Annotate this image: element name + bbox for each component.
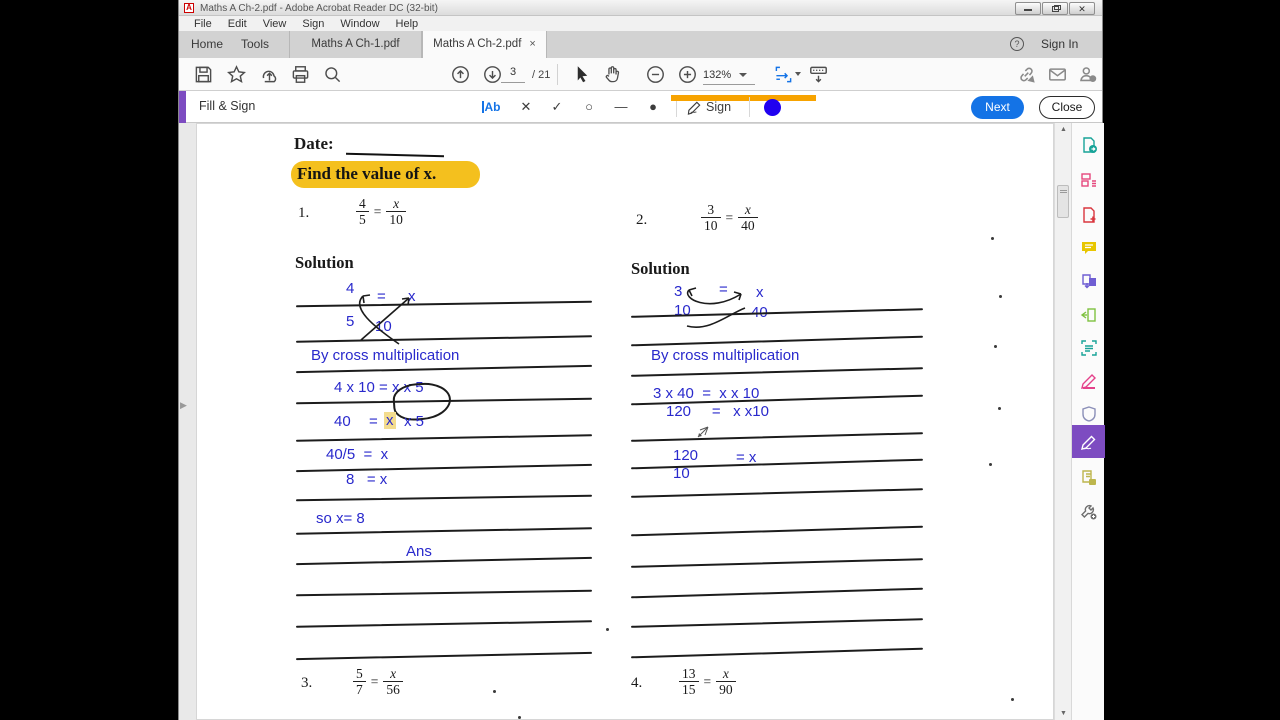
page-number-input[interactable]: 3 [501,66,525,83]
menu-view[interactable]: View [255,18,295,30]
zoom-out-icon[interactable] [646,65,665,84]
star-icon[interactable] [227,65,246,84]
vertical-scrollbar[interactable]: ▲ ▼ [1054,123,1071,720]
scan-speck [999,295,1002,298]
add-text-label: Ab [484,100,501,114]
line-annotation-tool[interactable]: — [609,91,633,123]
sign-tool[interactable]: Sign [687,91,731,123]
more-tools-icon[interactable] [1072,495,1105,528]
tab-tools[interactable]: Tools [241,37,269,51]
scan-speck [989,463,992,466]
fit-options-chevron-icon[interactable] [795,72,801,76]
scroll-up-icon[interactable]: ▲ [1055,126,1072,133]
menu-window[interactable]: Window [332,18,387,30]
tools-sidebar [1071,123,1105,720]
window-title: Maths A Ch-2.pdf - Adobe Acrobat Reader … [200,3,438,14]
share-link-icon[interactable] [1017,65,1036,84]
chevron-down-icon [739,73,748,78]
email-icon[interactable] [1048,65,1067,84]
next-button[interactable]: Next [971,96,1024,119]
minimize-button[interactable] [1015,2,1041,15]
export-pdf-icon[interactable] [1072,128,1105,161]
scroll-down-icon[interactable]: ▼ [1055,710,1072,717]
fill-sign-toolbar: Fill & Sign Ab ✕ ✓ ○ — ● Sign Next Close [179,91,1102,123]
combine-files-icon[interactable] [1072,264,1105,297]
hand-tool-icon[interactable] [603,65,622,84]
search-icon[interactable] [323,65,342,84]
pane-expander-icon[interactable]: ▶ [180,400,187,411]
create-pdf-icon[interactable] [1072,198,1105,231]
sign-in-link[interactable]: Sign In [1041,37,1078,51]
zoom-in-icon[interactable] [678,65,697,84]
scan-speck [994,345,997,348]
main-toolbar: 3 / 21 132% [179,58,1102,91]
tab-bar: Home Tools Maths A Ch-1.pdf Maths A Ch-2… [179,31,1102,58]
share-upload-icon[interactable] [260,65,279,84]
pen-icon [687,101,701,115]
scan-speck [998,407,1001,410]
page-display-icon[interactable] [809,65,828,84]
zoom-level-value: 132% [703,69,732,81]
next-page-icon[interactable] [483,65,502,84]
scan-speck [1011,698,1014,701]
page-total-label: / 21 [532,69,551,81]
previous-page-icon[interactable] [451,65,470,84]
highlight-pen-icon[interactable] [1072,364,1105,397]
acrobat-window: A Maths A Ch-2.pdf - Adobe Acrobat Reade… [178,0,1105,720]
menu-bar: File Edit View Sign Window Help [179,16,1102,31]
close-window-button[interactable]: ✕ [1069,2,1095,15]
fill-sign-label: Fill & Sign [199,99,256,113]
scan-ocr-icon[interactable] [1072,331,1105,364]
menu-help[interactable]: Help [388,18,427,30]
scan-speck [606,628,609,631]
fill-and-sign-icon-active[interactable] [1072,425,1105,458]
dot-annotation-tool[interactable]: ● [641,91,665,123]
pdf-page[interactable] [196,123,1054,720]
tab-close-icon[interactable]: × [529,31,535,58]
menu-sign[interactable]: Sign [294,18,332,30]
select-tool-icon[interactable] [573,65,592,84]
close-fill-sign-button[interactable]: Close [1039,96,1095,119]
fill-sign-accent-bar [179,91,186,123]
help-icon[interactable]: ? [1010,37,1024,51]
tab-home[interactable]: Home [191,37,223,51]
comment-icon[interactable] [1072,231,1105,264]
menu-file[interactable]: File [186,18,220,30]
scrollbar-thumb[interactable] [1057,185,1069,218]
request-signatures-icon[interactable] [1072,461,1105,494]
tab-doc-ch1[interactable]: Maths A Ch-1.pdf [289,31,422,58]
add-user-icon[interactable] [1078,65,1097,84]
zoom-level-dropdown[interactable]: 132% [703,69,755,85]
scan-speck [493,690,496,693]
circle-annotation-tool[interactable]: ○ [577,91,601,123]
scan-speck [518,716,521,719]
print-icon[interactable] [291,65,310,84]
restore-button[interactable] [1042,2,1068,15]
title-bar: A Maths A Ch-2.pdf - Adobe Acrobat Reade… [179,0,1102,16]
menu-edit[interactable]: Edit [220,18,255,30]
cross-annotation-tool[interactable]: ✕ [514,91,538,123]
tab-doc-ch2-label: Maths A Ch-2.pdf [433,38,522,50]
save-icon[interactable] [194,65,213,84]
text-cursor-icon [481,101,484,113]
organize-pages-icon[interactable] [1072,163,1105,196]
add-text-tool[interactable]: Ab [479,91,503,123]
check-annotation-tool[interactable]: ✓ [545,91,569,123]
tab-doc-ch2-active[interactable]: Maths A Ch-2.pdf × [422,31,547,58]
sign-tool-label: Sign [706,100,732,114]
adobe-reader-icon: A [184,3,194,13]
ink-color-swatch[interactable] [764,99,781,116]
edit-pdf-icon[interactable] [1072,298,1105,331]
scan-speck [991,237,994,240]
fit-width-icon[interactable] [774,65,793,84]
